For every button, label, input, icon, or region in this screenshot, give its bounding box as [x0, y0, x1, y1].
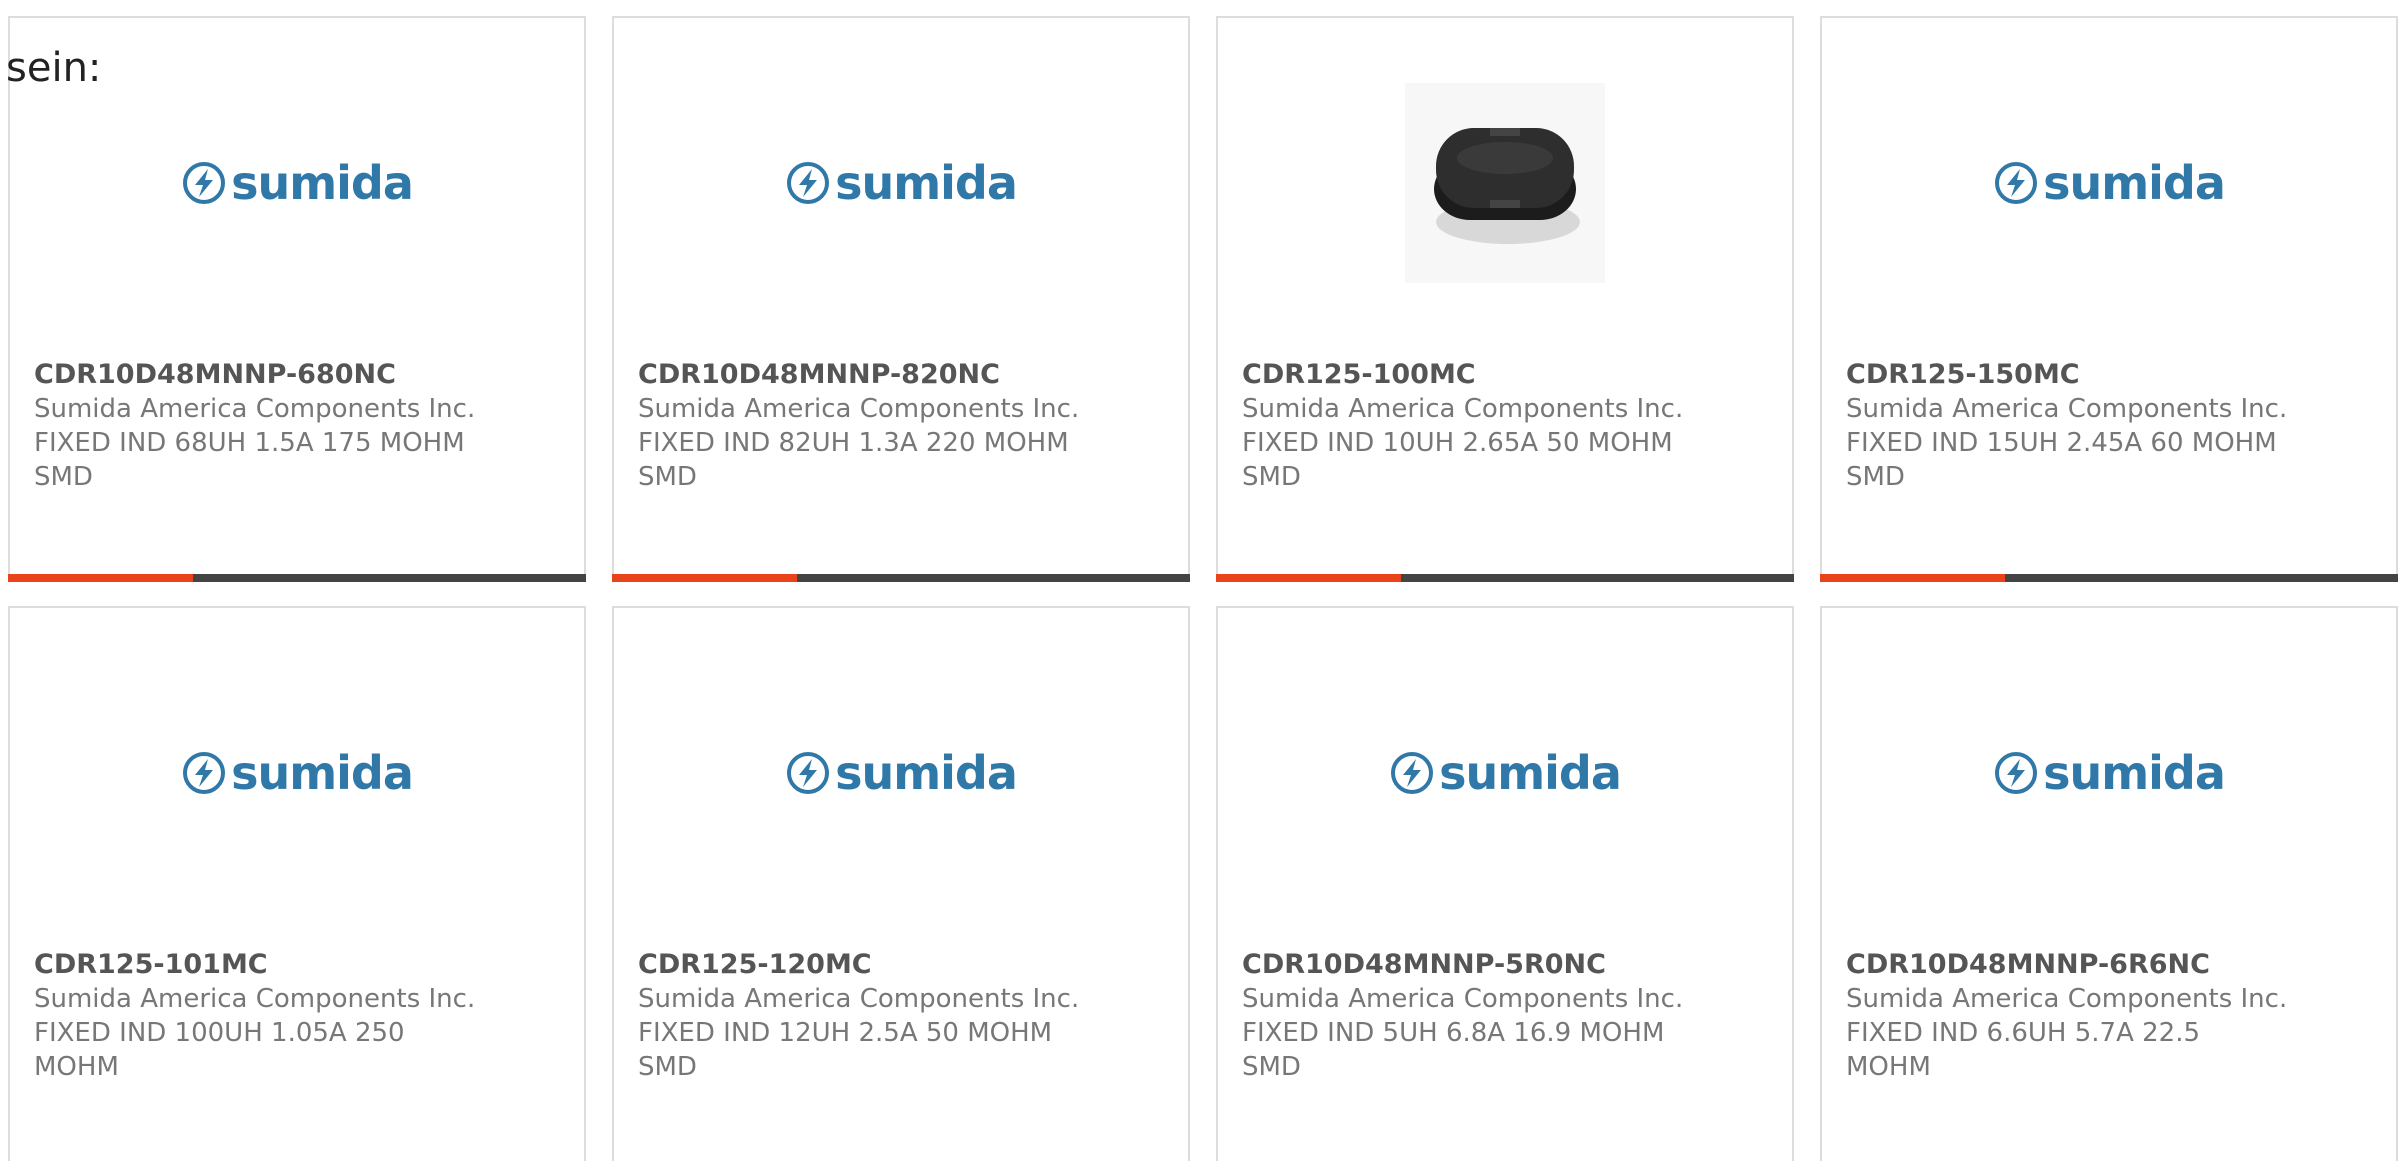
part-number[interactable]: CDR10D48MNNP-6R6NC: [1846, 948, 2372, 982]
product-image: sumida: [10, 78, 584, 288]
progress-bar: [612, 574, 1190, 582]
progress-fill: [1820, 574, 2005, 582]
sumida-mark-icon: [787, 752, 830, 794]
product-image: sumida: [1218, 668, 1792, 878]
part-number[interactable]: CDR125-101MC: [34, 948, 560, 982]
description: FIXED IND 5UH 6.8A 16.9 MOHM SMD: [1242, 1018, 1665, 1082]
sumida-mark-icon: [183, 752, 226, 794]
manufacturer: Sumida America Components Inc.: [638, 984, 1080, 1014]
progress-bar: [1216, 574, 1794, 582]
manufacturer: Sumida America Components Inc.: [1846, 394, 2288, 424]
progress-fill: [8, 574, 193, 582]
sumida-logo: sumida: [181, 746, 414, 800]
manufacturer: Sumida America Components Inc.: [1242, 394, 1684, 424]
product-image: sumida: [614, 78, 1188, 288]
progress-fill: [612, 574, 797, 582]
sumida-logo-text: sumida: [1439, 746, 1622, 800]
sumida-logo: sumida: [181, 156, 414, 210]
manufacturer: Sumida America Components Inc.: [1846, 984, 2288, 1014]
manufacturer: Sumida America Components Inc.: [34, 984, 476, 1014]
sumida-mark-icon: [1391, 752, 1434, 794]
product-card[interactable]: sumida CDR10D48MNNP-6R6NC Sumida America…: [1820, 606, 2398, 1161]
sumida-mark-icon: [183, 162, 226, 204]
product-card[interactable]: sumida CDR125-150MC Sumida America Compo…: [1820, 16, 2398, 582]
description: FIXED IND 12UH 2.5A 50 MOHM SMD: [638, 1018, 1053, 1082]
product-card[interactable]: sumida CDR10D48MNNP-5R0NC Sumida America…: [1216, 606, 1794, 1161]
description: FIXED IND 100UH 1.05A 250 MOHM: [34, 1018, 405, 1082]
product-grid: sumida CDR10D48MNNP-680NC Sumida America…: [8, 16, 2398, 1161]
sumida-logo-text: sumida: [231, 746, 414, 800]
product-info: CDR125-100MC Sumida America Components I…: [1242, 358, 1768, 494]
sumida-mark-icon: [787, 162, 830, 204]
product-image: sumida: [10, 668, 584, 878]
product-grid-page: sein: sumida CDR10D48MNNP-680NC Sumida A…: [0, 0, 2400, 1161]
inductor-icon: [1434, 128, 1580, 244]
sumida-logo-text: sumida: [2043, 156, 2226, 210]
product-card[interactable]: sumida CDR125-101MC Sumida America Compo…: [8, 606, 586, 1161]
product-info: CDR10D48MNNP-680NC Sumida America Compon…: [34, 358, 560, 494]
description: FIXED IND 82UH 1.3A 220 MOHM SMD: [638, 428, 1069, 492]
sumida-logo: sumida: [1389, 746, 1622, 800]
intro-text: sein:: [6, 45, 102, 91]
product-info: CDR125-101MC Sumida America Components I…: [34, 948, 560, 1084]
product-card[interactable]: sumida CDR125-120MC Sumida America Compo…: [612, 606, 1190, 1161]
sumida-logo-text: sumida: [2043, 746, 2226, 800]
product-info: CDR10D48MNNP-820NC Sumida America Compon…: [638, 358, 1164, 494]
manufacturer: Sumida America Components Inc.: [1242, 984, 1684, 1014]
part-number[interactable]: CDR10D48MNNP-680NC: [34, 358, 560, 392]
sumida-logo: sumida: [1993, 746, 2226, 800]
product-image: sumida: [614, 668, 1188, 878]
product-card[interactable]: CDR125-100MC Sumida America Components I…: [1216, 16, 1794, 582]
manufacturer: Sumida America Components Inc.: [638, 394, 1080, 424]
part-number[interactable]: CDR10D48MNNP-820NC: [638, 358, 1164, 392]
product-info: CDR10D48MNNP-5R0NC Sumida America Compon…: [1242, 948, 1768, 1084]
description: FIXED IND 68UH 1.5A 175 MOHM SMD: [34, 428, 465, 492]
sumida-logo-text: sumida: [231, 156, 414, 210]
description: FIXED IND 15UH 2.45A 60 MOHM SMD: [1846, 428, 2277, 492]
inductor-photo: [1405, 83, 1605, 283]
description: FIXED IND 6.6UH 5.7A 22.5 MOHM: [1846, 1018, 2201, 1082]
sumida-logo: sumida: [1993, 156, 2226, 210]
sumida-logo-text: sumida: [835, 156, 1018, 210]
part-number[interactable]: CDR125-100MC: [1242, 358, 1768, 392]
product-info: CDR10D48MNNP-6R6NC Sumida America Compon…: [1846, 948, 2372, 1084]
sumida-logo: sumida: [785, 746, 1018, 800]
progress-fill: [1216, 574, 1401, 582]
product-image: sumida: [1822, 668, 2396, 878]
part-number[interactable]: CDR125-150MC: [1846, 358, 2372, 392]
sumida-logo: sumida: [785, 156, 1018, 210]
product-info: CDR125-150MC Sumida America Components I…: [1846, 358, 2372, 494]
product-image: sumida: [1822, 78, 2396, 288]
product-info: CDR125-120MC Sumida America Components I…: [638, 948, 1164, 1084]
product-card[interactable]: sumida CDR10D48MNNP-680NC Sumida America…: [8, 16, 586, 582]
progress-bar: [1820, 574, 2398, 582]
part-number[interactable]: CDR125-120MC: [638, 948, 1164, 982]
product-image: [1218, 78, 1792, 288]
sumida-mark-icon: [1995, 162, 2038, 204]
sumida-mark-icon: [1995, 752, 2038, 794]
manufacturer: Sumida America Components Inc.: [34, 394, 476, 424]
progress-bar: [8, 574, 586, 582]
description: FIXED IND 10UH 2.65A 50 MOHM SMD: [1242, 428, 1673, 492]
sumida-logo-text: sumida: [835, 746, 1018, 800]
part-number[interactable]: CDR10D48MNNP-5R0NC: [1242, 948, 1768, 982]
product-card[interactable]: sumida CDR10D48MNNP-820NC Sumida America…: [612, 16, 1190, 582]
